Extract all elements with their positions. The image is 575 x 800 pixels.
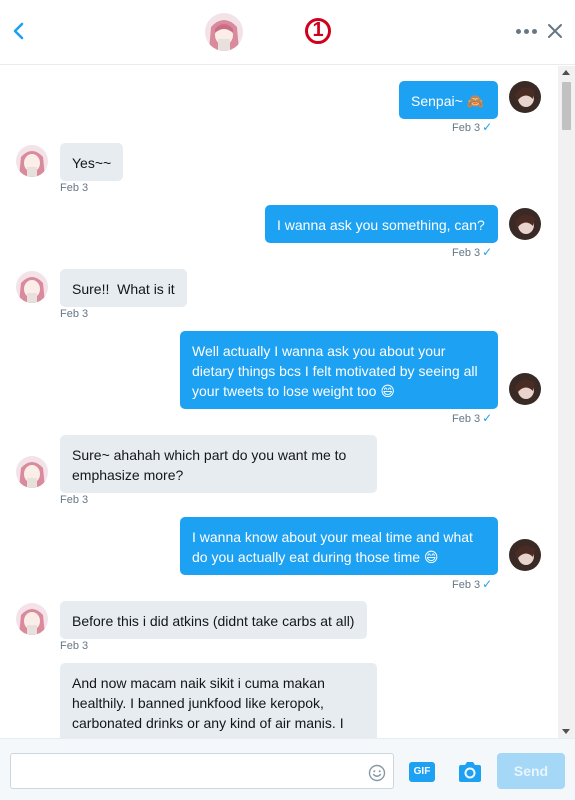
badge-number: 1 (301, 16, 335, 46)
message-meta: Feb 3 ✓ (452, 411, 492, 425)
anime-avatar-icon (205, 13, 243, 51)
anime-avatar-icon (16, 603, 48, 635)
check-icon: ✓ (482, 245, 493, 259)
user-avatar-icon (509, 208, 541, 240)
avatar[interactable] (509, 539, 541, 571)
message-time: Feb 3 (60, 640, 89, 652)
message-bubble[interactable]: I wanna ask you something, can? (265, 205, 498, 243)
emoji-button[interactable] (368, 764, 386, 782)
close-button[interactable] (544, 20, 566, 42)
check-icon: ✓ (482, 411, 493, 425)
message-time: Feb 3 (60, 182, 89, 194)
message-meta: Feb 3 ✓ (452, 577, 492, 591)
message-bubble[interactable]: Senpai~ 🙈 (399, 81, 498, 119)
avatar[interactable] (205, 13, 243, 51)
send-button[interactable]: Send (497, 753, 565, 789)
avatar[interactable] (16, 145, 48, 177)
message-bubble[interactable]: And now macam naik sikit i cuma makan he… (60, 663, 377, 738)
message-composer (0, 738, 575, 800)
message-bubble[interactable]: Sure!! What is it (60, 269, 187, 307)
message-time: Feb 3 (452, 247, 481, 259)
avatar[interactable] (16, 271, 48, 303)
avatar[interactable] (16, 603, 48, 635)
message-time: Feb 3 (60, 494, 89, 506)
badge-text: 1 (312, 19, 324, 41)
anime-avatar-icon (16, 145, 48, 177)
scrollbar-thumb[interactable] (562, 82, 571, 130)
check-icon: ✓ (482, 120, 493, 134)
avatar[interactable] (509, 373, 541, 405)
message-meta: Feb 3 ✓ (452, 120, 492, 134)
anime-avatar-icon (16, 271, 48, 303)
emoji-icon (368, 764, 386, 782)
message-bubble[interactable]: Before this i did atkins (didnt take car… (60, 601, 367, 639)
camera-icon (459, 762, 481, 782)
message-bubble[interactable]: Yes~~ (60, 143, 123, 181)
chevron-left-icon (13, 22, 24, 40)
message-time: Feb 3 (60, 308, 89, 320)
avatar[interactable] (509, 81, 541, 113)
conversation-header: 1 (0, 0, 575, 65)
check-icon: ✓ (482, 577, 493, 591)
back-button[interactable] (8, 18, 30, 44)
scrollbar[interactable] (558, 66, 575, 738)
close-icon (548, 24, 562, 38)
message-bubble[interactable]: Sure~ ahahah which part do you want me t… (60, 435, 377, 493)
message-time: Feb 3 (452, 413, 481, 425)
message-bubble[interactable]: I wanna know about your meal time and wh… (180, 517, 498, 575)
scroll-up-arrow-icon[interactable] (562, 70, 570, 75)
message-meta: Feb 3 ✓ (452, 245, 492, 259)
avatar[interactable] (16, 456, 48, 488)
scroll-down-arrow-icon[interactable] (562, 729, 570, 734)
message-bubble[interactable]: Well actually I wanna ask you about your… (180, 331, 498, 409)
user-avatar-icon (509, 81, 541, 113)
anime-avatar-icon (16, 456, 48, 488)
gif-button[interactable]: GIF (409, 762, 435, 782)
photo-button[interactable] (457, 760, 483, 784)
message-time: Feb 3 (452, 122, 481, 134)
user-avatar-icon (509, 539, 541, 571)
more-options-button[interactable] (514, 24, 538, 40)
user-avatar-icon (509, 373, 541, 405)
message-time: Feb 3 (452, 579, 481, 591)
message-list[interactable]: Senpai~ 🙈 Feb 3 ✓ Yes~~ Feb 3 I wanna ask… (0, 66, 575, 738)
message-input[interactable] (10, 753, 394, 789)
avatar[interactable] (509, 208, 541, 240)
